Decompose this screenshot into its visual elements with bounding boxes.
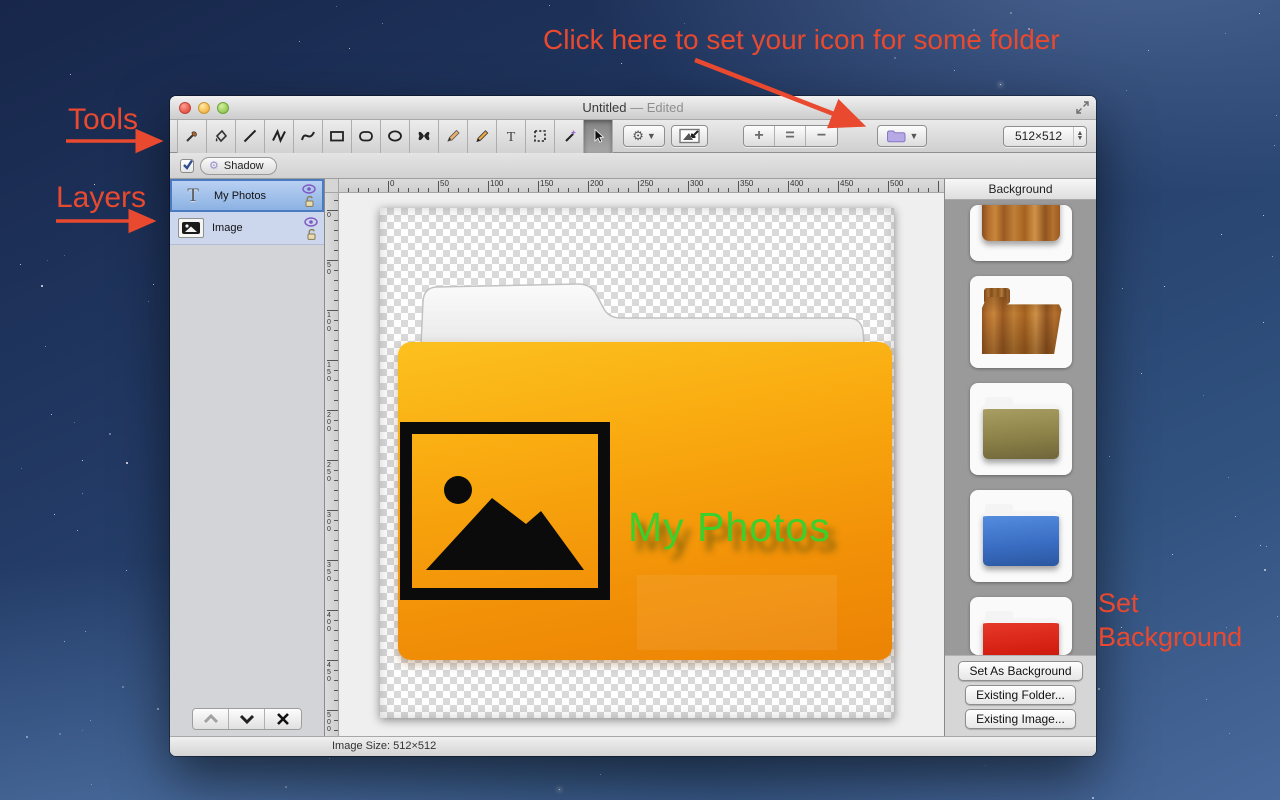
ruler-corner	[325, 179, 339, 193]
zoom-out-button[interactable]: −	[806, 126, 837, 146]
chevron-down-icon: ▼	[910, 131, 919, 141]
canvas-document[interactable]: My Photos	[380, 208, 894, 718]
options-bar: ⚙ Shadow	[170, 153, 1096, 179]
lock-open-icon[interactable]	[306, 228, 317, 240]
folder-title-text[interactable]: My Photos	[628, 504, 831, 551]
status-bar: Image Size: 512×512	[170, 736, 1096, 756]
window-title: Untitled — Edited	[170, 100, 1096, 115]
thumbnail-wood-folder-closed[interactable]	[970, 205, 1072, 261]
image-size-status: Image Size: 512×512	[332, 740, 436, 752]
move-layer-up-button[interactable]	[193, 709, 229, 729]
canvas-size-value: 512×512	[1004, 129, 1073, 143]
background-buttons: Set As Background Existing Folder... Exi…	[945, 655, 1096, 736]
shadow-checkbox[interactable]	[180, 159, 194, 173]
zoom-actual-button[interactable]: =	[775, 126, 806, 146]
annotation-tools: Tools	[68, 103, 138, 137]
move-layer-down-button[interactable]	[229, 709, 265, 729]
app-window: Untitled — Edited T ⚙ ▼ + = − ▼ 512×512 …	[170, 96, 1096, 756]
marquee-selection-tool[interactable]	[526, 120, 555, 153]
background-thumbnail-list[interactable]	[945, 200, 1096, 655]
set-as-background-button[interactable]: Set As Background	[958, 661, 1082, 681]
canvas-viewport[interactable]: My Photos	[339, 193, 944, 736]
thumbnail-red-folder[interactable]	[970, 597, 1072, 655]
lock-open-icon[interactable]	[304, 195, 315, 207]
text-layer-icon: T	[178, 185, 208, 207]
paint-bucket-tool[interactable]	[207, 120, 236, 153]
stepper-arrows[interactable]: ▲ ▼	[1073, 127, 1086, 146]
rounded-rectangle-tool[interactable]	[352, 120, 381, 153]
thumbnail-wood-folder-open[interactable]	[970, 276, 1072, 368]
chevron-down-icon: ▼	[647, 131, 656, 141]
curve-tool[interactable]	[294, 120, 323, 153]
existing-folder-button[interactable]: Existing Folder...	[965, 685, 1076, 705]
layers-panel: T My Photos Image	[170, 179, 325, 736]
image-layer-icon	[176, 218, 206, 238]
rectangle-tool[interactable]	[323, 120, 352, 153]
annotation-layers: Layers	[56, 181, 146, 215]
layers-empty-area	[170, 245, 324, 706]
move-arrow-tool[interactable]	[584, 120, 613, 153]
annotation-set-background: Set Background	[1098, 586, 1278, 654]
fullscreen-icon[interactable]	[1076, 101, 1089, 114]
thumbnail-olive-folder[interactable]	[970, 383, 1072, 475]
folder-icon	[886, 129, 906, 143]
shadow-label: Shadow	[224, 160, 264, 172]
desktop: Click here to set your icon for some fol…	[0, 0, 1280, 800]
tools-group: T	[177, 120, 613, 153]
photo-pictogram	[400, 422, 610, 600]
canvas-size-stepper[interactable]: 512×512 ▲ ▼	[1003, 126, 1087, 147]
toolbar: T ⚙ ▼ + = − ▼ 512×512 ▲ ▼	[170, 120, 1096, 153]
polyline-tool[interactable]	[265, 120, 294, 153]
visibility-eye-icon[interactable]	[302, 184, 316, 194]
shadow-settings-button[interactable]: ⚙ Shadow	[200, 157, 277, 175]
annotation-set-icon-note: Click here to set your icon for some fol…	[543, 24, 1060, 56]
set-folder-icon-dropdown[interactable]: ▼	[877, 125, 927, 147]
text-tool[interactable]: T	[497, 120, 526, 153]
delete-layer-button[interactable]	[265, 709, 301, 729]
visibility-eye-icon[interactable]	[304, 217, 318, 227]
shapes-butterfly-tool[interactable]	[410, 120, 439, 153]
image-import-button[interactable]	[671, 125, 708, 147]
horizontal-ruler: 0 50 100 150 200 250 300 350 400 450 500	[339, 179, 944, 193]
canvas-area: 0 50 100 150 200 250 300 350 400 450 500 050100150…	[325, 179, 944, 736]
eyedropper-tool[interactable]	[178, 120, 207, 153]
titlebar[interactable]: Untitled — Edited	[170, 96, 1096, 120]
zoom-segmented-control: + = −	[743, 125, 838, 147]
gear-icon: ⚙	[632, 128, 644, 144]
pencil-tool[interactable]	[468, 120, 497, 153]
line-tool[interactable]	[236, 120, 265, 153]
layer-controls	[170, 706, 324, 736]
image-import-icon	[679, 128, 701, 145]
layer-row-image[interactable]: Image	[170, 212, 324, 245]
zoom-in-button[interactable]: +	[744, 126, 775, 146]
ellipse-tool[interactable]	[381, 120, 410, 153]
svg-text:T: T	[507, 130, 516, 144]
magic-wand-tool[interactable]	[555, 120, 584, 153]
background-panel: Background Set As Background Existing Fo…	[944, 179, 1096, 736]
background-panel-title: Background	[945, 179, 1096, 200]
thumbnail-blue-folder[interactable]	[970, 490, 1072, 582]
layer-row-my-photos[interactable]: T My Photos	[170, 179, 324, 212]
vertical-ruler: 050100150200250300350400450500	[325, 193, 339, 736]
gear-dropdown-button[interactable]: ⚙ ▼	[623, 125, 665, 147]
brush-tool[interactable]	[439, 120, 468, 153]
gear-icon: ⚙	[209, 159, 219, 172]
existing-image-button[interactable]: Existing Image...	[965, 709, 1076, 729]
